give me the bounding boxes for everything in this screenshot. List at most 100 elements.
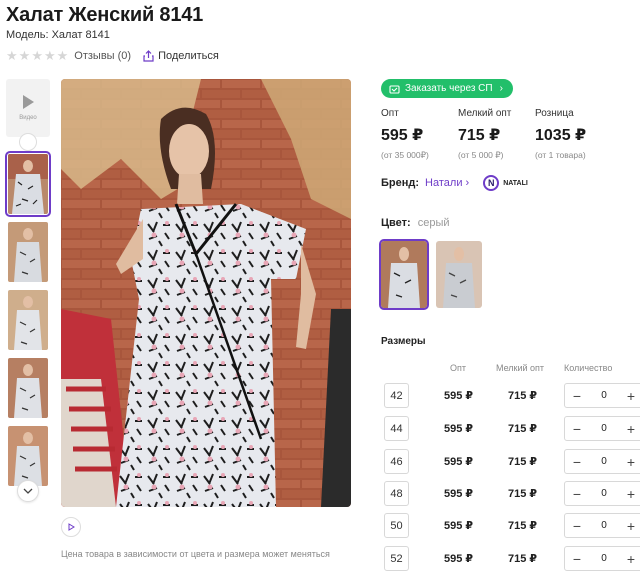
- size-price-small: 715 ₽: [508, 553, 538, 565]
- brand-logo[interactable]: N NATALI: [483, 175, 528, 191]
- scroll-up-button[interactable]: [19, 133, 37, 151]
- size-chip[interactable]: 46: [384, 449, 409, 474]
- thumbnail-3[interactable]: [8, 290, 48, 350]
- size-row: 42 595 ₽ 715 ₽ − 0 +: [384, 383, 640, 408]
- minus-button[interactable]: −: [565, 388, 589, 404]
- star-icon: ★: [56, 48, 69, 63]
- plus-button[interactable]: +: [619, 421, 640, 437]
- price-note-min: (от 1 товара): [535, 150, 586, 160]
- brand-label: Бренд:: [381, 177, 420, 189]
- size-price-small: 715 ₽: [508, 488, 538, 500]
- thumbnail-2[interactable]: [8, 222, 48, 282]
- quantity-stepper: − 0 +: [564, 513, 640, 538]
- main-product-image[interactable]: [61, 79, 351, 507]
- quantity-value[interactable]: 0: [589, 520, 619, 531]
- product-model: Модель: Халат 8141: [6, 29, 110, 41]
- play-video-button[interactable]: [61, 517, 81, 537]
- size-row: 46 595 ₽ 715 ₽ − 0 +: [384, 449, 640, 474]
- price-label: Розница: [535, 108, 574, 119]
- star-icon: ★: [31, 48, 43, 63]
- share-icon: [143, 50, 154, 62]
- size-row: 44 595 ₽ 715 ₽ − 0 +: [384, 416, 640, 441]
- price-retail: Розница 1035 ₽ (от 1 товара): [535, 108, 612, 161]
- thumbnail-1[interactable]: [5, 151, 51, 217]
- star-icon: ★: [43, 48, 56, 63]
- quantity-value[interactable]: 0: [589, 488, 619, 499]
- brand-name: Натали: [425, 177, 463, 189]
- quantity-value[interactable]: 0: [589, 423, 619, 434]
- order-sp-button[interactable]: Заказать через СП ›: [381, 79, 513, 98]
- minus-button[interactable]: −: [565, 518, 589, 534]
- size-chip[interactable]: 48: [384, 481, 409, 506]
- minus-button[interactable]: −: [565, 551, 589, 567]
- quantity-value[interactable]: 0: [589, 553, 619, 564]
- plus-button[interactable]: +: [619, 454, 640, 470]
- size-price-small: 715 ₽: [508, 456, 538, 468]
- price-table: Опт 595 ₽ (от 35 000₽) Мелкий опт 715 ₽ …: [381, 108, 612, 161]
- color-row: Цвет: серый: [381, 217, 450, 229]
- share-button[interactable]: Поделиться: [143, 50, 219, 62]
- quantity-stepper: − 0 +: [564, 546, 640, 571]
- price-note-min: (от 35 000₽): [381, 150, 429, 160]
- brand-row: Бренд: Натали › N NATALI: [381, 175, 528, 191]
- plus-button[interactable]: +: [619, 486, 640, 502]
- price-value: 595 ₽: [381, 127, 424, 144]
- dress-photo: [436, 241, 482, 308]
- dress-photo: [8, 290, 48, 350]
- rating-stars: ★ ★ ★ ★ ★: [6, 49, 68, 63]
- size-chip[interactable]: 50: [384, 513, 409, 538]
- price-label: Мелкий опт: [458, 108, 512, 119]
- minus-button[interactable]: −: [565, 486, 589, 502]
- header-qty: Количество: [564, 363, 613, 373]
- color-label: Цвет:: [381, 217, 411, 229]
- size-chip[interactable]: 44: [384, 416, 409, 441]
- size-price-opt: 595 ₽: [444, 488, 474, 500]
- price-small-opt: Мелкий опт 715 ₽ (от 5 000 ₽): [458, 108, 535, 161]
- quantity-value[interactable]: 0: [589, 390, 619, 401]
- size-price-small: 715 ₽: [508, 423, 538, 435]
- chevron-down-icon[interactable]: [17, 480, 39, 502]
- reviews-link[interactable]: Отзывы (0): [74, 50, 131, 62]
- quantity-value[interactable]: 0: [589, 456, 619, 467]
- price-note-min: (от 5 000 ₽): [458, 150, 504, 160]
- video-thumbnail[interactable]: Видео: [6, 79, 50, 137]
- minus-button[interactable]: −: [565, 454, 589, 470]
- plus-button[interactable]: +: [619, 518, 640, 534]
- star-icon: ★: [18, 48, 31, 63]
- share-label: Поделиться: [158, 50, 219, 62]
- size-price-opt: 595 ₽: [444, 423, 474, 435]
- chevron-right-icon: ›: [499, 83, 503, 94]
- plus-button[interactable]: +: [619, 551, 640, 567]
- color-swatch-grey[interactable]: [379, 239, 429, 310]
- size-chip[interactable]: 52: [384, 546, 409, 571]
- size-price-opt: 595 ₽: [444, 520, 474, 532]
- price-label: Опт: [381, 108, 399, 119]
- thumbnail-5[interactable]: [8, 426, 48, 486]
- quantity-stepper: − 0 +: [564, 481, 640, 506]
- price-note: Цена товара в зависимости от цвета и раз…: [61, 549, 330, 559]
- plus-button[interactable]: +: [619, 388, 640, 404]
- thumbnail-column: Видео: [5, 79, 51, 494]
- size-chip[interactable]: 42: [384, 383, 409, 408]
- size-price-small: 715 ₽: [508, 520, 538, 532]
- brand-link[interactable]: Натали ›: [425, 177, 469, 189]
- meta-row: ★ ★ ★ ★ ★ Отзывы (0) Поделиться: [6, 49, 219, 63]
- dress-photo: [381, 241, 427, 308]
- size-row: 52 595 ₽ 715 ₽ − 0 +: [384, 546, 640, 571]
- dress-photo: [61, 79, 351, 507]
- product-title: Халат Женский 8141: [6, 4, 204, 26]
- star-icon: ★: [6, 48, 18, 63]
- dress-photo: [8, 154, 48, 214]
- price-value: 1035 ₽: [535, 127, 587, 144]
- minus-button[interactable]: −: [565, 421, 589, 437]
- thumbnail-4[interactable]: [8, 358, 48, 418]
- quantity-stepper: − 0 +: [564, 449, 640, 474]
- video-label: Видео: [19, 115, 37, 121]
- dress-photo: [8, 358, 48, 418]
- cart-icon: [389, 84, 400, 94]
- header-small-opt: Мелкий опт: [496, 363, 545, 373]
- size-price-opt: 595 ₽: [444, 390, 474, 402]
- color-swatch-other[interactable]: [436, 241, 482, 308]
- color-value: серый: [417, 217, 450, 229]
- quantity-stepper: − 0 +: [564, 383, 640, 408]
